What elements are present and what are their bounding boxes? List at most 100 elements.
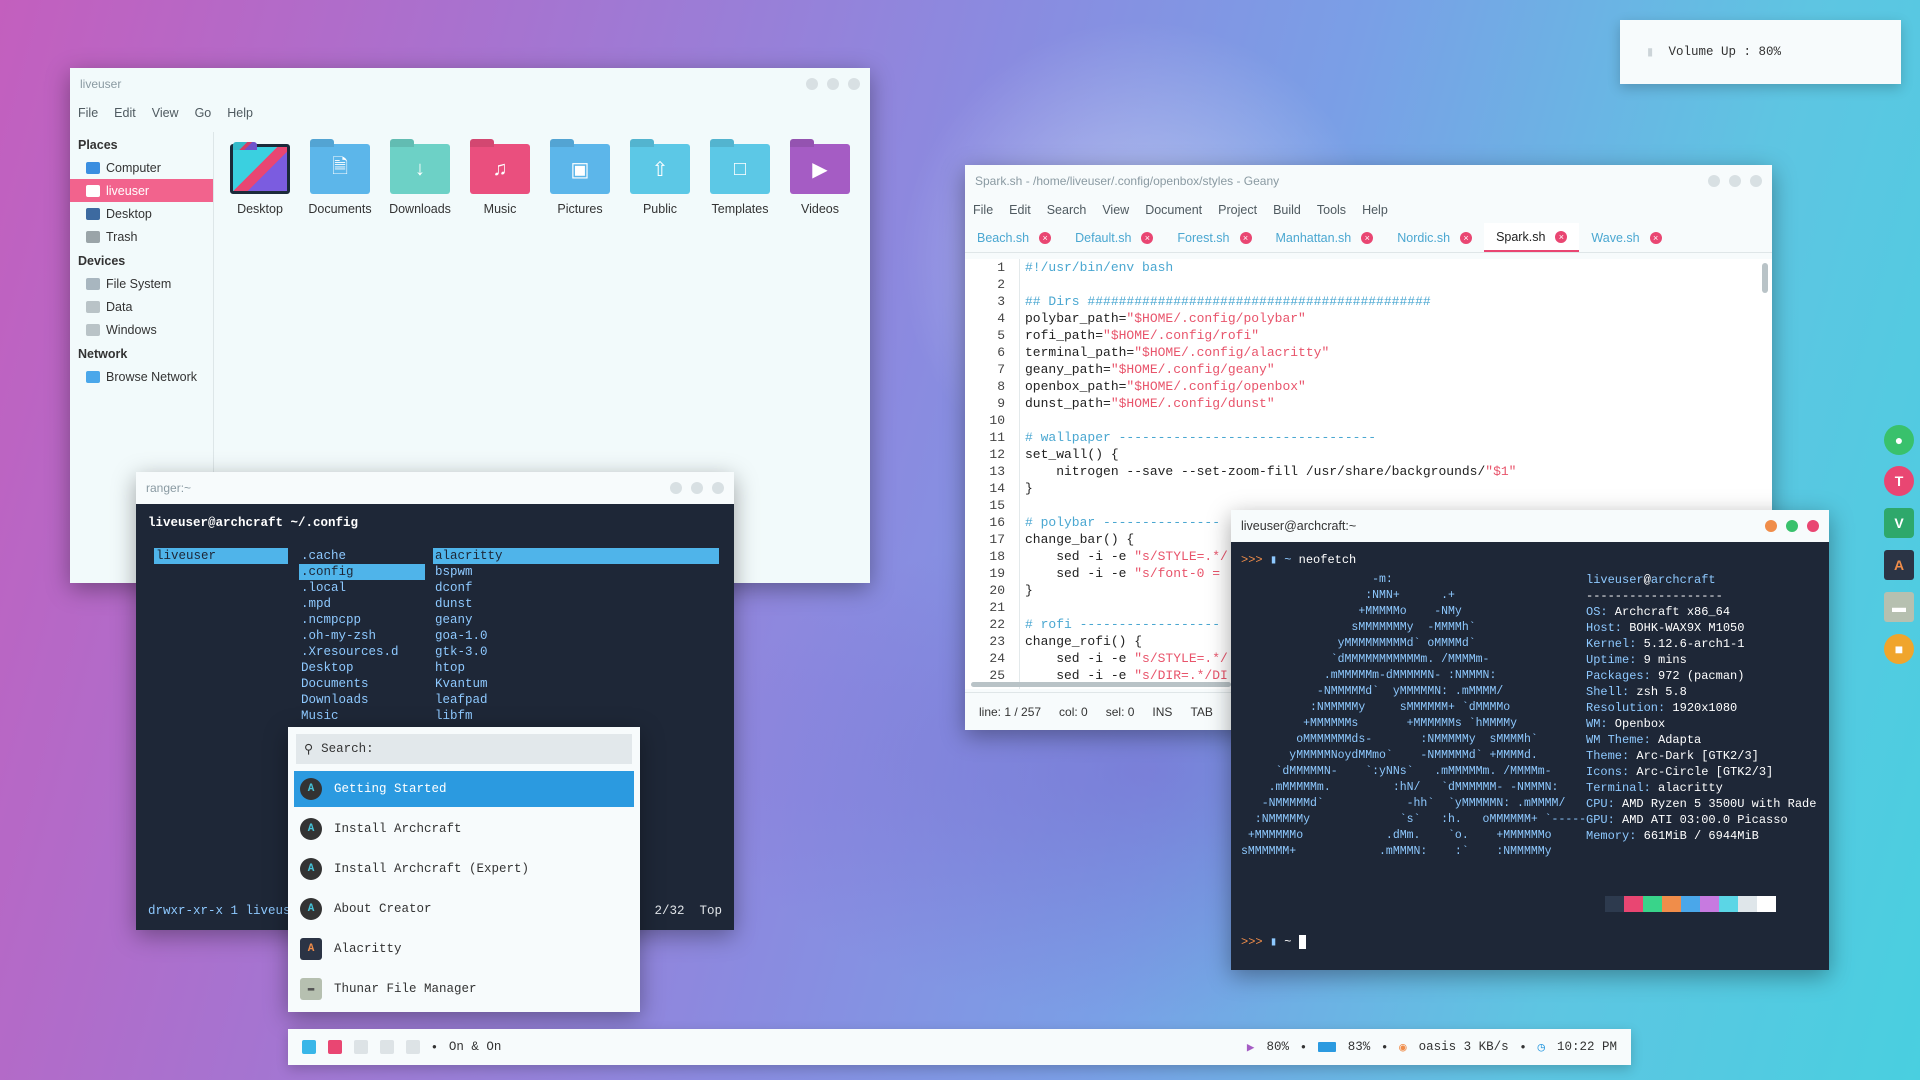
rofi-item-getting-started[interactable]: A Getting Started bbox=[294, 771, 634, 807]
ranger-entry[interactable]: .config bbox=[299, 564, 425, 580]
close-button[interactable] bbox=[848, 78, 860, 90]
folder-videos[interactable]: ▶ Videos bbox=[780, 144, 860, 216]
geany-titlebar[interactable]: Spark.sh - /home/liveuser/.config/openbo… bbox=[965, 165, 1772, 197]
tab-nordic[interactable]: Nordic.sh × bbox=[1385, 223, 1484, 252]
sidebar-item-file-system[interactable]: File System bbox=[70, 272, 213, 295]
folder-music[interactable]: ♫ Music bbox=[460, 144, 540, 216]
ranger-titlebar[interactable]: ranger:~ bbox=[136, 472, 734, 504]
workspace-4[interactable] bbox=[380, 1040, 394, 1054]
menu-edit[interactable]: Edit bbox=[106, 106, 144, 120]
workspace-3[interactable] bbox=[354, 1040, 368, 1054]
menu-help[interactable]: Help bbox=[219, 106, 261, 120]
tab-manhattan[interactable]: Manhattan.sh × bbox=[1264, 223, 1386, 252]
ranger-entry[interactable]: .local bbox=[299, 580, 425, 596]
menu-file[interactable]: File bbox=[70, 106, 106, 120]
minimize-button[interactable] bbox=[670, 482, 682, 494]
minimize-button[interactable] bbox=[806, 78, 818, 90]
file-manager-icon[interactable]: ▬ bbox=[1884, 592, 1914, 622]
wifi-icon[interactable]: ◉ bbox=[1399, 1039, 1407, 1055]
alacritty-icon[interactable]: A bbox=[1884, 550, 1914, 580]
sidebar-item-trash[interactable]: Trash bbox=[70, 225, 213, 248]
menu-project[interactable]: Project bbox=[1210, 203, 1265, 217]
menu-document[interactable]: Document bbox=[1137, 203, 1210, 217]
thunar-titlebar[interactable]: liveuser bbox=[70, 68, 870, 100]
network-value[interactable]: oasis 3 KB/s bbox=[1419, 1040, 1509, 1054]
ranger-entry[interactable]: .cache bbox=[299, 548, 425, 564]
rofi-item-install-archcraft[interactable]: A Install Archcraft bbox=[294, 811, 634, 847]
close-icon[interactable]: × bbox=[1239, 231, 1252, 244]
menu-go[interactable]: Go bbox=[187, 106, 220, 120]
close-button[interactable] bbox=[1807, 520, 1819, 532]
sidebar-item-browse-network[interactable]: Browse Network bbox=[70, 365, 213, 388]
ranger-entry[interactable]: goa-1.0 bbox=[433, 628, 719, 644]
ranger-entry[interactable]: Kvantum bbox=[433, 676, 719, 692]
maximize-button[interactable] bbox=[1786, 520, 1798, 532]
maximize-button[interactable] bbox=[691, 482, 703, 494]
close-icon[interactable]: × bbox=[1361, 231, 1374, 244]
folder-desktop[interactable]: Desktop bbox=[220, 144, 300, 216]
sidebar-item-windows[interactable]: Windows bbox=[70, 318, 213, 341]
menu-help[interactable]: Help bbox=[1354, 203, 1396, 217]
ranger-entry[interactable]: dconf bbox=[433, 580, 719, 596]
editor-scrollbar[interactable] bbox=[1762, 263, 1768, 293]
ranger-entry[interactable]: geany bbox=[433, 612, 719, 628]
close-icon[interactable]: × bbox=[1555, 230, 1568, 243]
robot-icon[interactable]: ■ bbox=[1884, 634, 1914, 664]
ranger-entry[interactable]: Downloads bbox=[299, 692, 425, 708]
close-icon[interactable]: × bbox=[1460, 231, 1473, 244]
menu-edit[interactable]: Edit bbox=[1001, 203, 1039, 217]
ranger-entry[interactable]: alacritty bbox=[433, 548, 719, 564]
close-icon[interactable]: × bbox=[1141, 231, 1154, 244]
workspace-5[interactable] bbox=[406, 1040, 420, 1054]
vim-icon[interactable]: V bbox=[1884, 508, 1914, 538]
folder-public[interactable]: ⇧ Public bbox=[620, 144, 700, 216]
tab-forest[interactable]: Forest.sh × bbox=[1165, 223, 1263, 252]
tab-default[interactable]: Default.sh × bbox=[1063, 223, 1165, 252]
workspace-2[interactable] bbox=[328, 1040, 342, 1054]
volume-value[interactable]: 80% bbox=[1266, 1040, 1289, 1054]
clock-value[interactable]: 10:22 PM bbox=[1557, 1040, 1617, 1054]
menu-view[interactable]: View bbox=[1094, 203, 1137, 217]
menu-build[interactable]: Build bbox=[1265, 203, 1309, 217]
editor-icon[interactable]: T bbox=[1884, 466, 1914, 496]
folder-documents[interactable]: 🗎 Documents bbox=[300, 144, 380, 216]
rofi-search-input[interactable]: ⚲ Search: bbox=[296, 734, 632, 764]
terminal-body[interactable]: >>> ▮ ~ neofetch -m: :NMN+ .+ +MMMMMo -N… bbox=[1231, 542, 1829, 970]
ranger-entry[interactable]: libfm bbox=[433, 708, 719, 724]
ranger-entry[interactable]: .ncmpcpp bbox=[299, 612, 425, 628]
minimize-button[interactable] bbox=[1708, 175, 1720, 187]
tab-beach[interactable]: Beach.sh × bbox=[965, 223, 1063, 252]
menu-search[interactable]: Search bbox=[1039, 203, 1095, 217]
folder-downloads[interactable]: ↓ Downloads bbox=[380, 144, 460, 216]
ranger-entry[interactable]: liveuser bbox=[154, 548, 288, 564]
rofi-item-thunar-file-manager[interactable]: ▬ Thunar File Manager bbox=[294, 971, 634, 1007]
ranger-entry[interactable]: .Xresources.d bbox=[299, 644, 425, 660]
rofi-item-alacritty[interactable]: A Alacritty bbox=[294, 931, 634, 967]
ranger-entry[interactable]: bspwm bbox=[433, 564, 719, 580]
terminal-titlebar[interactable]: liveuser@archcraft:~ bbox=[1231, 510, 1829, 542]
ranger-entry[interactable]: gtk-3.0 bbox=[433, 644, 719, 660]
close-button[interactable] bbox=[1750, 175, 1762, 187]
ranger-entry[interactable]: dunst bbox=[433, 596, 719, 612]
ranger-entry[interactable]: Music bbox=[299, 708, 425, 724]
sidebar-item-computer[interactable]: Computer bbox=[70, 156, 213, 179]
ranger-entry[interactable]: htop bbox=[433, 660, 719, 676]
menu-file[interactable]: File bbox=[965, 203, 1001, 217]
ranger-entry[interactable]: .mpd bbox=[299, 596, 425, 612]
close-icon[interactable]: × bbox=[1649, 231, 1662, 244]
close-icon[interactable]: × bbox=[1039, 231, 1052, 244]
tab-spark[interactable]: Spark.sh × bbox=[1484, 223, 1580, 252]
maximize-button[interactable] bbox=[827, 78, 839, 90]
folder-pictures[interactable]: ▣ Pictures bbox=[540, 144, 620, 216]
maximize-button[interactable] bbox=[1729, 175, 1741, 187]
lock-icon[interactable]: ● bbox=[1884, 425, 1914, 455]
rofi-item-about-creator[interactable]: A About Creator bbox=[294, 891, 634, 927]
workspace-1[interactable] bbox=[302, 1040, 316, 1054]
folder-templates[interactable]: □ Templates bbox=[700, 144, 780, 216]
minimize-button[interactable] bbox=[1765, 520, 1777, 532]
volume-notification[interactable]: ▮ Volume Up : 80% bbox=[1620, 20, 1901, 84]
ranger-entry[interactable]: leafpad bbox=[433, 692, 719, 708]
volume-icon[interactable]: ▶ bbox=[1247, 1039, 1255, 1055]
ranger-entry[interactable]: Desktop bbox=[299, 660, 425, 676]
menu-tools[interactable]: Tools bbox=[1309, 203, 1354, 217]
